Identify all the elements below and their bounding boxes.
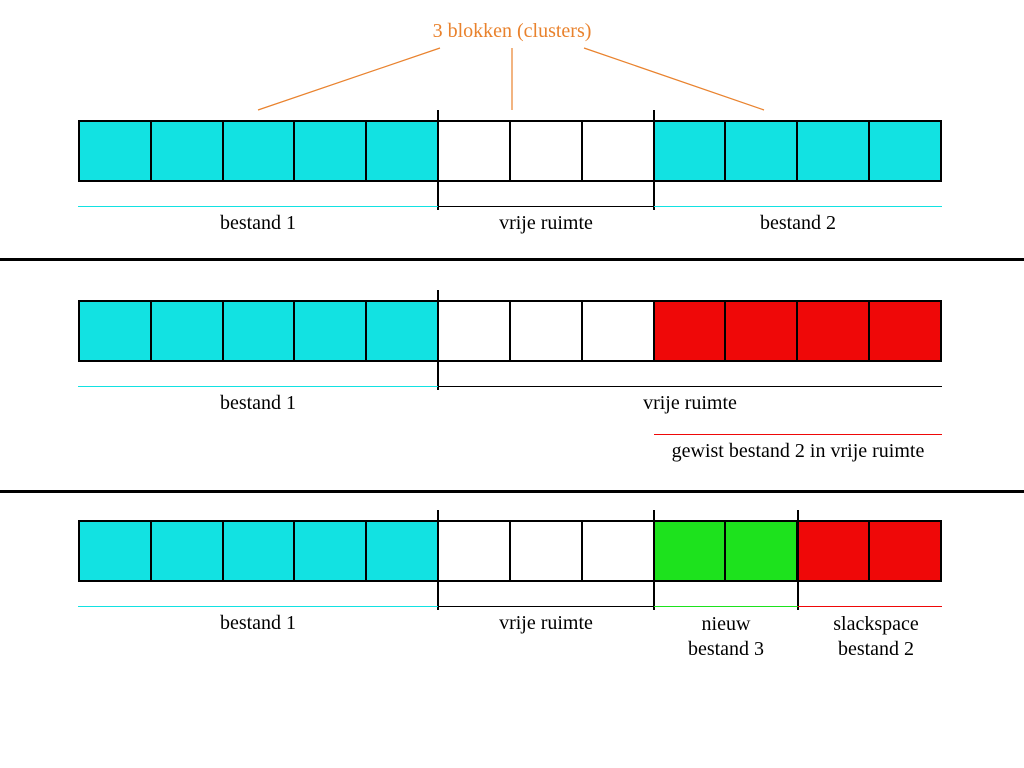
label-slackspace: slackspace bestand 2 [786,612,966,662]
label-bestand-1: bestand 1 [78,392,438,415]
label-underline [438,386,942,387]
section-divider [0,258,1024,261]
cluster-cell [724,300,796,362]
cluster-cell [724,120,796,182]
label-underline [438,206,654,207]
cluster-cell [796,300,868,362]
label-underline [798,606,942,607]
label-underline [78,606,438,607]
label-underline [654,206,942,207]
boundary-tick [437,290,439,390]
row-1-strip [78,120,942,182]
cluster-cell [868,120,942,182]
cluster-cell [222,300,294,362]
cluster-cell [293,120,365,182]
cluster-cell [365,520,437,582]
row-3-strip [78,520,942,582]
cluster-cell [796,520,868,582]
cluster-cell [509,300,581,362]
cluster-cell [150,120,222,182]
cluster-cell [78,300,150,362]
cluster-cell [293,520,365,582]
boundary-tick [653,110,655,210]
label-deleted-file2: gewist bestand 2 in vrije ruimte [614,440,982,463]
cluster-cell [437,120,509,182]
cluster-cell [78,120,150,182]
label-underline [654,606,798,607]
label-vrije-ruimte: vrije ruimte [438,392,942,415]
cluster-cell [653,520,725,582]
cluster-cell [437,300,509,362]
cluster-cell [581,300,653,362]
label-underline [654,434,942,435]
section-divider [0,490,1024,493]
row-2-strip [78,300,942,362]
cluster-cell [581,520,653,582]
title-connectors [0,0,1024,130]
cluster-cell [653,300,725,362]
cluster-cell [868,300,942,362]
boundary-tick [437,110,439,210]
cluster-cell [581,120,653,182]
diagram-stage: 3 blokken (clusters) bestand 1 vrije rui… [0,0,1024,768]
cluster-cell [437,520,509,582]
cluster-cell [796,120,868,182]
label-bestand-1: bestand 1 [78,612,438,635]
boundary-tick [437,510,439,610]
cluster-cell [222,120,294,182]
label-vrije-ruimte: vrije ruimte [438,612,654,635]
cluster-cell [724,520,796,582]
cluster-cell [293,300,365,362]
boundary-tick [797,510,799,610]
cluster-cell [509,120,581,182]
label-vrije-ruimte: vrije ruimte [438,212,654,235]
cluster-cell [365,300,437,362]
cluster-cell [78,520,150,582]
cluster-cell [222,520,294,582]
cluster-cell [365,120,437,182]
label-underline [78,206,438,207]
cluster-cell [653,120,725,182]
cluster-cell [150,520,222,582]
cluster-cell [150,300,222,362]
cluster-cell [509,520,581,582]
label-bestand-2: bestand 2 [654,212,942,235]
label-underline [438,606,654,607]
cluster-cell [868,520,942,582]
label-underline [78,386,438,387]
boundary-tick [653,510,655,610]
label-bestand-1: bestand 1 [78,212,438,235]
